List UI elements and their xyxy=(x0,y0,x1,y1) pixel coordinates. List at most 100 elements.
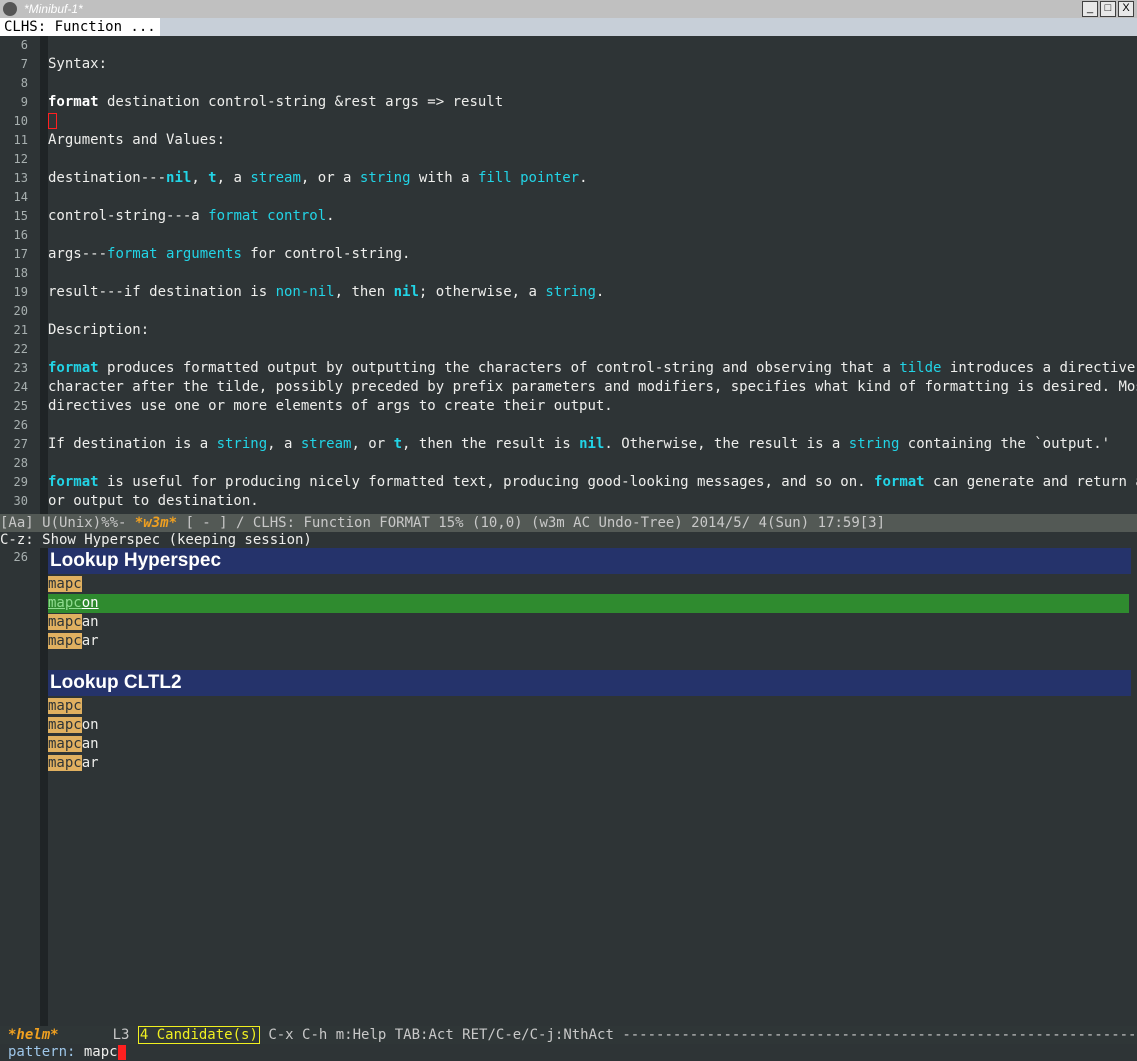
text-cursor xyxy=(117,1044,126,1060)
hyperlink[interactable]: format arguments xyxy=(107,246,242,262)
line-number: 17 xyxy=(13,247,28,261)
line-number: 28 xyxy=(13,456,28,470)
candidate-match: mapc xyxy=(48,755,82,771)
line-text: format destination control-string &rest … xyxy=(48,93,503,112)
helm-candidate[interactable]: mapcon xyxy=(48,716,99,735)
line-text: directives use one or more elements of a… xyxy=(48,397,613,416)
hyperlink[interactable]: tilde xyxy=(899,360,941,376)
text-run: , or xyxy=(351,436,394,452)
hyperlink[interactable]: format control xyxy=(208,208,326,224)
minibuffer[interactable]: pattern: mapc xyxy=(0,1044,1137,1061)
text-run: control-string---a xyxy=(48,208,209,224)
hyperlink[interactable]: t xyxy=(208,170,216,186)
line-number: 26 xyxy=(13,418,28,432)
line-text: result---if destination is non-nil, then… xyxy=(48,283,604,302)
hyperlink[interactable]: format xyxy=(48,474,99,490)
text-run: containing the `output.' xyxy=(899,436,1111,452)
text-run: character after the tilde, possibly prec… xyxy=(48,379,1137,395)
hyperlink[interactable]: t xyxy=(394,436,402,452)
line-number: 10 xyxy=(13,114,28,128)
hyperlink[interactable]: string xyxy=(545,284,596,300)
text-run: result---if destination is xyxy=(48,284,276,300)
text-run: is useful for producing nicely formatted… xyxy=(98,474,875,490)
candidate-rest: ar xyxy=(81,755,99,771)
helm-candidate[interactable]: mapcar xyxy=(48,632,99,651)
text-run: produces formatted output by outputting … xyxy=(98,360,900,376)
text-run: can generate and return a xyxy=(924,474,1137,490)
hyperlink[interactable]: format xyxy=(874,474,925,490)
helm-source-header: Lookup Hyperspec xyxy=(48,548,1131,574)
tab-clhs-function[interactable]: CLHS: Function ... xyxy=(0,18,160,36)
line-number: 27 xyxy=(13,437,28,451)
window-title: *Minibuf-1* xyxy=(24,2,83,16)
text-run: , then xyxy=(334,284,394,300)
helm-candidates-pane[interactable]: 26 Lookup Hyperspec mapc mapcon mapcan mapc… xyxy=(0,548,1137,1026)
line-number: 30 xyxy=(13,494,28,508)
text-run: If destination is a xyxy=(48,436,217,452)
text-run: args--- xyxy=(48,246,108,262)
helm-candidate[interactable]: mapcan xyxy=(48,735,99,754)
minimize-button[interactable]: _ xyxy=(1082,1,1098,17)
text-run: format xyxy=(48,94,99,110)
line-number: 16 xyxy=(13,228,28,242)
maximize-button[interactable]: □ xyxy=(1100,1,1116,17)
text-run: , a xyxy=(267,436,301,452)
modeline-buffer-name: *w3m* xyxy=(134,515,178,531)
hyperlink[interactable]: nil xyxy=(394,284,419,300)
helm-candidate[interactable]: mapcan xyxy=(48,613,99,632)
text-run: Arguments and Values: xyxy=(48,132,226,148)
hyperlink[interactable]: non-nil xyxy=(276,284,335,300)
hyperlink[interactable]: string xyxy=(217,436,268,452)
line-text: format is useful for producing nicely fo… xyxy=(48,473,1137,492)
line-number: 12 xyxy=(13,152,28,166)
line-number: 6 xyxy=(20,38,28,52)
candidate-match: mapc xyxy=(48,595,82,611)
line-text: args---format arguments for control-stri… xyxy=(48,245,410,264)
hyperlink[interactable]: fill pointer xyxy=(478,170,579,186)
line-number: 19 xyxy=(13,285,28,299)
helm-candidate-selected[interactable]: mapcon xyxy=(48,594,1129,613)
w3m-document-pane[interactable]: 6 7 Syntax: 8 9 format destination control-st… xyxy=(0,36,1137,514)
modeline-prefix: [Aa] U(Unix)%%- xyxy=(0,515,135,531)
candidate-match: mapc xyxy=(48,614,82,630)
line-text: Syntax: xyxy=(48,55,107,74)
hyperlink[interactable]: nil xyxy=(579,436,604,452)
line-number: 15 xyxy=(13,209,28,223)
text-run: introduces a directive. The xyxy=(949,360,1137,376)
candidate-match: mapc xyxy=(48,576,82,592)
text-run: Description: xyxy=(48,322,150,338)
pattern-prompt: pattern: xyxy=(8,1044,76,1060)
helm-candidate[interactable]: mapc xyxy=(48,575,82,594)
emacs-icon xyxy=(3,2,17,16)
helm-help-keys: C-x C-h m:Help TAB:Act RET/C-e/C-j:NthAc… xyxy=(259,1027,1137,1043)
hyperlink[interactable]: string xyxy=(360,170,411,186)
hyperlink[interactable]: string xyxy=(849,436,900,452)
candidate-match: mapc xyxy=(48,736,82,752)
hyperlink[interactable]: format xyxy=(48,360,99,376)
helm-source-header: Lookup CLTL2 xyxy=(48,670,1131,696)
helm-line-indicator: L3 xyxy=(112,1027,130,1043)
line-number: 18 xyxy=(13,266,28,280)
candidate-rest: ar xyxy=(81,633,99,649)
line-number: 29 xyxy=(13,475,28,489)
text-run: . xyxy=(326,208,335,224)
hyperlink[interactable]: nil xyxy=(166,170,191,186)
pattern-input[interactable]: mapc xyxy=(75,1044,118,1060)
text-run: , xyxy=(191,170,209,186)
window-titlebar: *Minibuf-1* _ □ X xyxy=(0,0,1137,18)
line-text: If destination is a string, a stream, or… xyxy=(48,435,1110,454)
tab-bar: CLHS: Function ... xyxy=(0,18,1137,36)
line-number: 20 xyxy=(13,304,28,318)
line-text: Description: xyxy=(48,321,149,340)
close-button[interactable]: X xyxy=(1118,1,1134,17)
text-run: , then the result is xyxy=(402,436,580,452)
candidate-rest: an xyxy=(81,614,99,630)
text-run: for control-string. xyxy=(241,246,411,262)
helm-modeline: *helm* L3 4 Candidate(s) C-x C-h m:Help T… xyxy=(0,1026,1137,1044)
w3m-modeline: [Aa] U(Unix)%%- *w3m* [ - ] / CLHS: Func… xyxy=(0,514,1137,532)
hyperlink[interactable]: stream xyxy=(250,170,301,186)
helm-candidate[interactable]: mapcar xyxy=(48,754,99,773)
helm-candidate[interactable]: mapc xyxy=(48,697,82,716)
line-text: character after the tilde, possibly prec… xyxy=(48,378,1137,397)
hyperlink[interactable]: stream xyxy=(301,436,352,452)
